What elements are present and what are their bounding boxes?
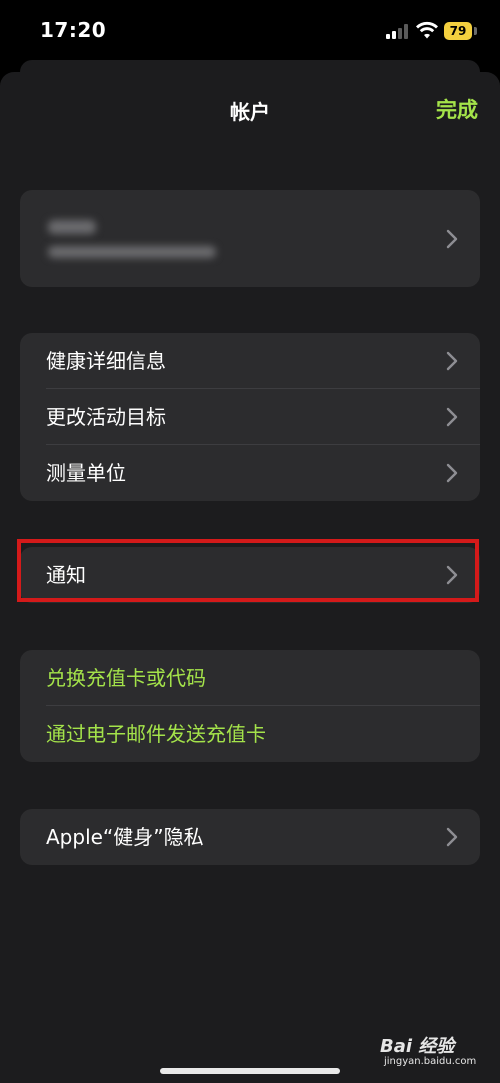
redeem-gift-card-row[interactable]: 兑换充值卡或代码 <box>20 650 480 706</box>
status-bar: 17:20 79 <box>0 0 500 62</box>
status-time: 17:20 <box>40 18 107 42</box>
battery-level: 79 <box>449 24 467 38</box>
chevron-right-icon <box>446 351 458 371</box>
blurred-email <box>48 246 216 258</box>
notifications-row[interactable]: 通知 <box>20 547 480 603</box>
blurred-name <box>48 220 96 234</box>
send-gift-card-row[interactable]: 通过电子邮件发送充值卡 <box>20 706 480 762</box>
chevron-right-icon <box>446 229 458 248</box>
baidu-watermark: Bai 经验 jingyan.baidu.com <box>380 1032 480 1076</box>
home-indicator[interactable] <box>160 1068 340 1074</box>
health-settings-group: 健康详细信息 更改活动目标 测量单位 <box>20 333 480 501</box>
chevron-right-icon <box>446 565 458 585</box>
done-button[interactable]: 完成 <box>436 94 478 124</box>
health-details-row[interactable]: 健康详细信息 <box>20 333 480 389</box>
fitness-privacy-row[interactable]: Apple“健身”隐私 <box>20 809 480 865</box>
wifi-icon <box>416 21 438 39</box>
chevron-right-icon <box>446 463 458 483</box>
chevron-right-icon <box>446 827 458 847</box>
row-label: 通过电子邮件发送充值卡 <box>46 722 266 746</box>
chevron-right-icon <box>446 407 458 427</box>
battery-tip <box>474 27 477 35</box>
units-of-measure-row[interactable]: 测量单位 <box>20 445 480 501</box>
page-title: 帐户 <box>230 100 270 124</box>
gift-card-group: 兑换充值卡或代码 通过电子邮件发送充值卡 <box>20 650 480 762</box>
screen: 17:20 79 帐户 完成 健康详细信息 更改活动目标 测量单位 通知 兑换充… <box>0 0 500 1083</box>
row-label: 通知 <box>46 563 86 587</box>
row-label: 测量单位 <box>46 461 126 485</box>
account-profile-row[interactable] <box>20 190 480 287</box>
watermark-url: jingyan.baidu.com <box>384 1056 477 1067</box>
watermark-brand: Bai 经验 <box>380 1036 455 1057</box>
cellular-signal-icon <box>386 24 410 39</box>
row-label: 更改活动目标 <box>46 405 166 429</box>
privacy-group: Apple“健身”隐私 <box>20 809 480 865</box>
battery-icon: 79 <box>444 22 472 40</box>
notifications-group: 通知 <box>20 547 480 603</box>
row-label: 健康详细信息 <box>46 349 166 373</box>
row-label: 兑换充值卡或代码 <box>46 666 206 690</box>
row-label: Apple“健身”隐私 <box>46 825 204 849</box>
change-goals-row[interactable]: 更改活动目标 <box>20 389 480 445</box>
